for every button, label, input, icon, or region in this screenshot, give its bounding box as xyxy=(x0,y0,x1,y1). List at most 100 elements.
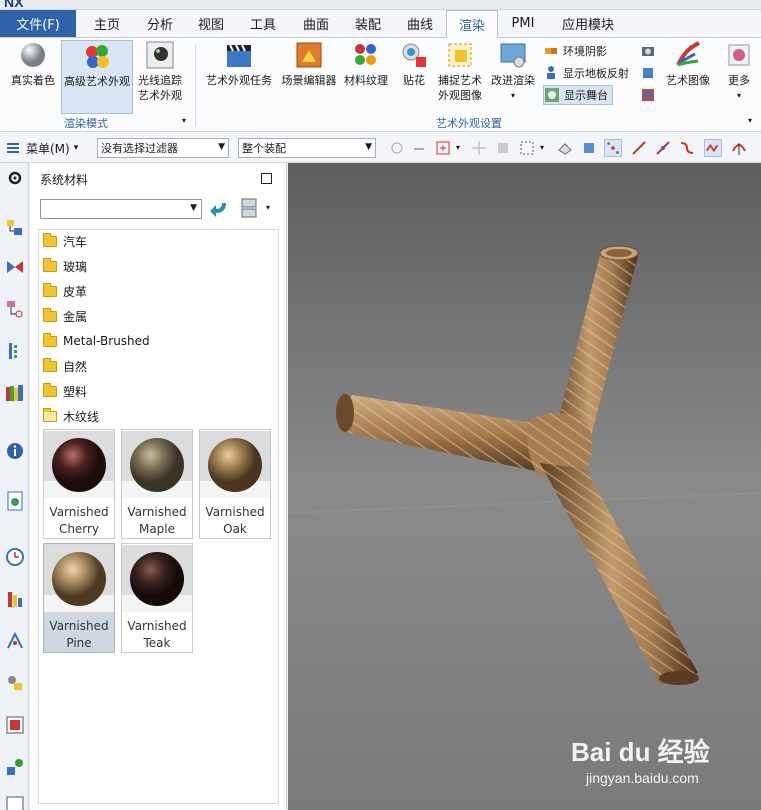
control-point-icon[interactable] xyxy=(704,139,722,157)
material-library-dropdown[interactable]: ▼ xyxy=(40,199,202,219)
mid-point-icon[interactable] xyxy=(654,139,672,157)
web-document-icon[interactable] xyxy=(5,491,25,511)
folder-natural[interactable]: 自然 xyxy=(43,355,87,377)
general-selection-icon[interactable] xyxy=(388,139,406,157)
decal-button[interactable]: 贴花 xyxy=(396,40,432,110)
roles-icon[interactable] xyxy=(5,715,25,735)
material-texture-button[interactable]: 材料纹理 xyxy=(342,40,390,110)
ribbon-options-chevron-icon[interactable]: ▾ xyxy=(748,116,752,125)
process-studio-icon[interactable] xyxy=(5,631,25,651)
cube-light-icon[interactable] xyxy=(640,65,656,81)
reuse-library-icon[interactable] xyxy=(5,341,25,361)
material-swatch xyxy=(122,431,192,498)
true-shading-button[interactable]: 真实着色 xyxy=(6,40,60,110)
selection-scope-dropdown[interactable]: 整个装配 ▼ xyxy=(238,138,376,158)
material-card-pine[interactable]: Varnished Pine xyxy=(43,543,115,653)
ray-traced-label-2: 艺术外观 xyxy=(138,89,182,102)
undo-selection-icon[interactable] xyxy=(410,139,428,157)
select-filter-icon[interactable] xyxy=(434,139,452,157)
view-mode-icon[interactable] xyxy=(240,197,258,219)
chevron-down-icon[interactable]: ▾ xyxy=(266,203,270,212)
tab-home[interactable]: 主页 xyxy=(80,10,134,37)
show-stage-button[interactable]: 显示舞台 xyxy=(543,85,613,105)
selection-filter-dropdown[interactable]: 没有选择过滤器 ▼ xyxy=(97,138,229,158)
sphere-icon xyxy=(21,43,45,67)
folder-metal-brushed[interactable]: Metal-Brushed xyxy=(43,330,150,352)
main-menu-button[interactable]: 菜单(M) ▾ xyxy=(6,138,78,158)
render-settings-icon[interactable] xyxy=(640,87,656,103)
tab-surface[interactable]: 曲面 xyxy=(290,10,342,37)
chevron-down-icon[interactable]: ▾ xyxy=(456,143,460,152)
folder-label: 皮革 xyxy=(63,284,88,299)
render-mode-chevron-icon[interactable]: ▾ xyxy=(182,116,186,125)
curve-point-icon[interactable] xyxy=(678,139,696,157)
camera-icon[interactable] xyxy=(640,43,656,59)
folder-label: 木纹线 xyxy=(63,409,100,424)
chevron-down-icon[interactable]: ▾ xyxy=(511,88,515,103)
feature-select-icon[interactable] xyxy=(494,139,512,157)
tab-tools[interactable]: 工具 xyxy=(236,10,290,37)
snap-icon[interactable] xyxy=(470,139,488,157)
tab-curve[interactable]: 曲线 xyxy=(394,10,446,37)
selection-scope-value: 整个装配 xyxy=(242,142,286,155)
maximize-panel-icon[interactable] xyxy=(261,173,272,184)
ray-traced-studio-button[interactable]: 光线追踪 艺术外观 xyxy=(134,40,186,114)
graphics-viewport[interactable]: Bai du 经验 jingyan.baidu.com xyxy=(288,163,761,810)
art-image-button[interactable]: 艺术图像 xyxy=(662,40,714,110)
point-snap-icon[interactable] xyxy=(604,139,622,157)
progressive-render-button[interactable]: 改进渲染 ▾ xyxy=(488,40,538,114)
folder-glass[interactable]: 玻璃 xyxy=(43,255,87,277)
scene-editor-button[interactable]: 场景编辑器 xyxy=(277,40,341,110)
palette-icon[interactable] xyxy=(5,795,25,810)
system-scene-icon[interactable] xyxy=(5,757,25,777)
solid-cube-icon[interactable] xyxy=(580,139,598,157)
body-select-icon[interactable] xyxy=(556,139,574,157)
tab-assembly[interactable]: 装配 xyxy=(342,10,394,37)
visual-report-icon[interactable] xyxy=(5,589,25,609)
folder-automotive[interactable]: 汽车 xyxy=(43,230,87,252)
studio-task-button[interactable]: 艺术外观任务 xyxy=(203,40,275,110)
file-menu-tab[interactable]: 文件(F) xyxy=(0,10,76,37)
chevron-down-icon[interactable]: ▾ xyxy=(737,88,741,103)
material-card-maple[interactable]: Varnished Maple xyxy=(121,429,193,539)
tab-view[interactable]: 视图 xyxy=(186,10,236,37)
decal-label: 贴花 xyxy=(403,74,425,87)
person-reflection-icon xyxy=(547,66,555,79)
folder-leather[interactable]: 皮革 xyxy=(43,280,87,302)
material-card-teak[interactable]: Varnished Teak xyxy=(121,543,193,653)
chevron-down-icon[interactable]: ▾ xyxy=(540,143,544,152)
folder-wood-grain[interactable]: 木纹线 xyxy=(43,405,99,427)
info-icon[interactable] xyxy=(5,441,25,461)
tab-application[interactable]: 应用模块 xyxy=(548,10,628,37)
advanced-studio-button[interactable]: 高级艺术外观 xyxy=(61,40,133,114)
library-books-icon[interactable] xyxy=(5,383,25,403)
intersection-point-icon[interactable] xyxy=(730,139,748,157)
baidu-watermark-url: jingyan.baidu.com xyxy=(585,770,699,786)
folder-label: 汽车 xyxy=(63,234,88,249)
more-button[interactable]: 更多 ▾ xyxy=(720,40,758,110)
gear-icon[interactable] xyxy=(5,168,25,188)
capture-image-button[interactable]: 捕捉艺术 外观图像 xyxy=(435,40,485,114)
menu-icon xyxy=(7,143,19,153)
title-bar: NX xyxy=(0,0,761,10)
manufacturing-wizard-icon[interactable] xyxy=(5,673,25,693)
tab-analysis[interactable]: 分析 xyxy=(134,10,186,37)
material-card-oak[interactable]: Varnished Oak xyxy=(199,429,271,539)
tab-render[interactable]: 渲染 xyxy=(446,10,498,38)
folder-plastic[interactable]: 塑料 xyxy=(43,380,87,402)
end-point-icon[interactable] xyxy=(630,139,648,157)
rectangle-select-icon[interactable] xyxy=(518,139,536,157)
floor-reflection-button[interactable]: 显示地板反射 xyxy=(543,63,629,83)
back-arrow-icon[interactable] xyxy=(208,199,230,219)
folder-metal[interactable]: 金属 xyxy=(43,305,87,327)
environment-shadow-button[interactable]: 环境阴影 xyxy=(543,41,607,61)
ray-traced-label-1: 光线追踪 xyxy=(138,74,182,87)
tab-pmi[interactable]: PMI xyxy=(498,10,548,37)
part-navigator-icon[interactable] xyxy=(5,299,25,319)
shadow-cubes-icon xyxy=(545,48,557,54)
constraint-navigator-icon[interactable] xyxy=(5,257,25,277)
history-clock-icon[interactable] xyxy=(5,547,25,567)
assembly-navigator-icon[interactable] xyxy=(5,217,25,237)
material-card-cherry[interactable]: Varnished Cherry xyxy=(43,429,115,539)
material-name: Varnished Cherry xyxy=(49,505,109,536)
